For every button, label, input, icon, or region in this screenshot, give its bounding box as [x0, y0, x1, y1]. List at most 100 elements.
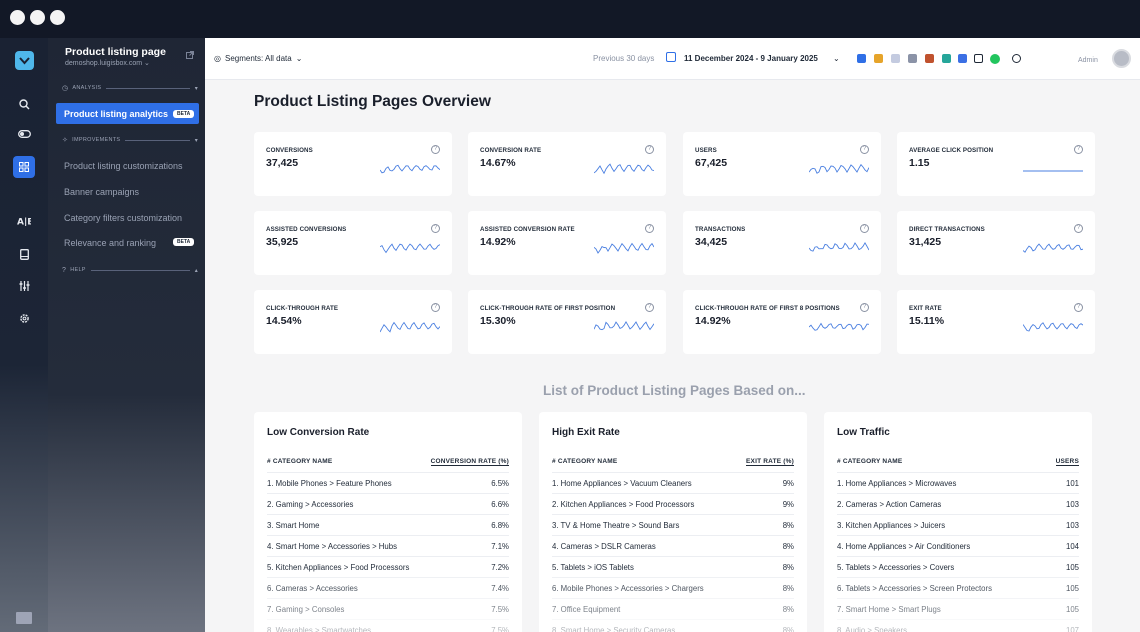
help-icon[interactable]: ?	[1074, 303, 1083, 312]
paint-icon[interactable]	[925, 54, 934, 63]
table-row[interactable]: 6. Cameras > Accessories 7.4%	[267, 577, 509, 598]
user-name[interactable]: Admin	[1078, 57, 1098, 64]
device-icon[interactable]	[14, 244, 34, 264]
table-row[interactable]: 2. Gaming > Accessories 6.6%	[267, 493, 509, 514]
square-icon[interactable]	[958, 54, 967, 63]
chevron-down-icon[interactable]: ⌄	[833, 54, 840, 63]
table-row[interactable]: 4. Smart Home > Accessories > Hubs 7.1%	[267, 535, 509, 556]
table-row[interactable]: 5. Tablets > Accessories > Covers 105	[837, 556, 1079, 577]
metric-card: CLICK-THROUGH RATE 14.54%?	[254, 290, 452, 354]
help-icon[interactable]: ?	[645, 224, 654, 233]
section-help-label: HELP	[70, 267, 86, 273]
table-row[interactable]: 5. Tablets > iOS Tablets 8%	[552, 556, 794, 577]
column-header-metric[interactable]: CONVERSION RATE (%)	[430, 458, 509, 466]
window-dot-icon[interactable]	[30, 10, 45, 25]
users-icon[interactable]	[874, 54, 883, 63]
table-row[interactable]: 3. Smart Home 6.8%	[267, 514, 509, 535]
table-row[interactable]: 2. Cameras > Action Cameras 103	[837, 493, 1079, 514]
metric-label: CLICK-THROUGH RATE OF FIRST 8 POSITIONS	[695, 305, 840, 312]
help-icon[interactable]: ?	[1074, 224, 1083, 233]
column-header-metric[interactable]: USERS	[1055, 458, 1079, 466]
puzzle-icon[interactable]	[942, 54, 951, 63]
date-range[interactable]: 11 December 2024 - 9 January 2025	[684, 54, 818, 63]
help-icon[interactable]: ?	[431, 303, 440, 312]
table-row[interactable]: 3. TV & Home Theatre > Sound Bars 8%	[552, 514, 794, 535]
database-icon[interactable]	[857, 54, 866, 63]
search-icon[interactable]	[14, 94, 34, 114]
globe-icon[interactable]	[1012, 54, 1021, 63]
sparkline	[380, 243, 440, 254]
metric-card: CLICK-THROUGH RATE OF FIRST POSITION 15.3…	[468, 290, 666, 354]
settings-gear-icon[interactable]	[14, 308, 34, 328]
section-improvements[interactable]: ✧ IMPROVEMENTS ▾	[62, 134, 198, 146]
search-icon[interactable]	[908, 54, 917, 63]
table-row[interactable]: 5. Kitchen Appliances > Food Processors 7…	[267, 556, 509, 577]
window-dot-icon[interactable]	[10, 10, 25, 25]
sparkline	[809, 322, 869, 331]
table-row[interactable]: 8. Wearables > Smartwatches 7.5%	[267, 619, 509, 632]
row-category: 1. Home Appliances > Microwaves	[837, 479, 957, 488]
language-flag-icon[interactable]	[16, 612, 32, 624]
grid-icon[interactable]	[13, 156, 35, 178]
site-selector[interactable]: demoshop.luigisbox.com ⌄	[65, 59, 150, 67]
avatar[interactable]	[1112, 49, 1131, 68]
sidebar-item-product-listing-analytics[interactable]: Product listing analytics BETA	[56, 103, 199, 124]
table-row[interactable]: 7. Smart Home > Smart Plugs 105	[837, 598, 1079, 619]
help-icon[interactable]: ?	[860, 224, 869, 233]
help-icon[interactable]: ?	[645, 303, 654, 312]
sidebar-item-product-listing-customizations[interactable]: Product listing customizations	[64, 161, 183, 171]
table-row[interactable]: 6. Tablets > Accessories > Screen Protec…	[837, 577, 1079, 598]
luigis-box-logo-icon[interactable]	[15, 51, 34, 70]
help-icon[interactable]: ?	[645, 145, 654, 154]
column-header-metric[interactable]: EXIT RATE (%)	[746, 458, 794, 466]
metric-value: 67,425	[695, 157, 728, 169]
sliders-icon[interactable]	[14, 276, 34, 296]
window-dot-icon[interactable]	[50, 10, 65, 25]
table-row[interactable]: 7. Office Equipment 8%	[552, 598, 794, 619]
help-icon[interactable]: ?	[431, 145, 440, 154]
table-row[interactable]: 8. Smart Home > Security Cameras 8%	[552, 619, 794, 632]
row-category: 8. Wearables > Smartwatches	[267, 626, 372, 632]
table-row[interactable]: 6. Mobile Phones > Accessories > Charger…	[552, 577, 794, 598]
segments-label: Segments: All data	[224, 54, 292, 63]
date-range-preset[interactable]: Previous 30 days	[593, 54, 654, 63]
external-link-icon[interactable]	[186, 46, 194, 64]
segments-dropdown[interactable]: ◎ Segments: All data ⌄	[214, 54, 302, 63]
help-icon[interactable]: ?	[860, 303, 869, 312]
table-row[interactable]: 1. Home Appliances > Microwaves 101	[837, 472, 1079, 493]
device-icon[interactable]	[974, 54, 983, 63]
sidebar-item-category-filters-customization[interactable]: Category filters customization	[64, 213, 182, 223]
calendar-icon[interactable]	[666, 52, 676, 62]
table-row[interactable]: 2. Kitchen Appliances > Food Processors 9…	[552, 493, 794, 514]
row-category: 3. Smart Home	[267, 521, 320, 530]
row-value: 105	[1065, 605, 1079, 614]
help-icon[interactable]: ?	[1074, 145, 1083, 154]
sparkline	[1023, 322, 1083, 332]
status-dot-icon[interactable]	[990, 54, 1000, 64]
section-analysis[interactable]: ◷ ANALYSIS ▾	[62, 82, 198, 94]
table-row[interactable]: 7. Gaming > Consoles 7.5%	[267, 598, 509, 619]
row-value: 7.5%	[491, 605, 509, 614]
sparkline	[594, 321, 654, 331]
row-value: 6.8%	[491, 521, 509, 530]
sparkline	[809, 163, 869, 174]
table-row[interactable]: 1. Mobile Phones > Feature Phones 6.5%	[267, 472, 509, 493]
table-row[interactable]: 1. Home Appliances > Vacuum Cleaners 9%	[552, 472, 794, 493]
row-value: 107	[1065, 626, 1079, 632]
table-row[interactable]: 8. Audio > Speakers 107	[837, 619, 1079, 632]
help-icon[interactable]: ?	[431, 224, 440, 233]
table-row[interactable]: 4. Cameras > DSLR Cameras 8%	[552, 535, 794, 556]
sidebar-item-banner-campaigns[interactable]: Banner campaigns	[64, 187, 139, 197]
table-row[interactable]: 4. Home Appliances > Air Conditioners 104	[837, 535, 1079, 556]
sidebar-item-relevance-and-ranking[interactable]: Relevance and ranking BETA	[64, 238, 204, 248]
table-row[interactable]: 3. Kitchen Appliances > Juicers 103	[837, 514, 1079, 535]
section-help[interactable]: ? HELP ▴	[62, 264, 198, 276]
metric-label: USERS	[695, 147, 717, 154]
metric-card: ASSISTED CONVERSION RATE 14.92%?	[468, 211, 666, 275]
ab-test-icon[interactable]: A|B	[14, 211, 34, 231]
help-icon[interactable]: ?	[860, 145, 869, 154]
chart-icon[interactable]	[891, 54, 900, 63]
column-header-category: # CATEGORY NAME	[837, 458, 903, 465]
row-value: 9%	[782, 479, 794, 488]
toggle-icon[interactable]	[14, 124, 34, 144]
